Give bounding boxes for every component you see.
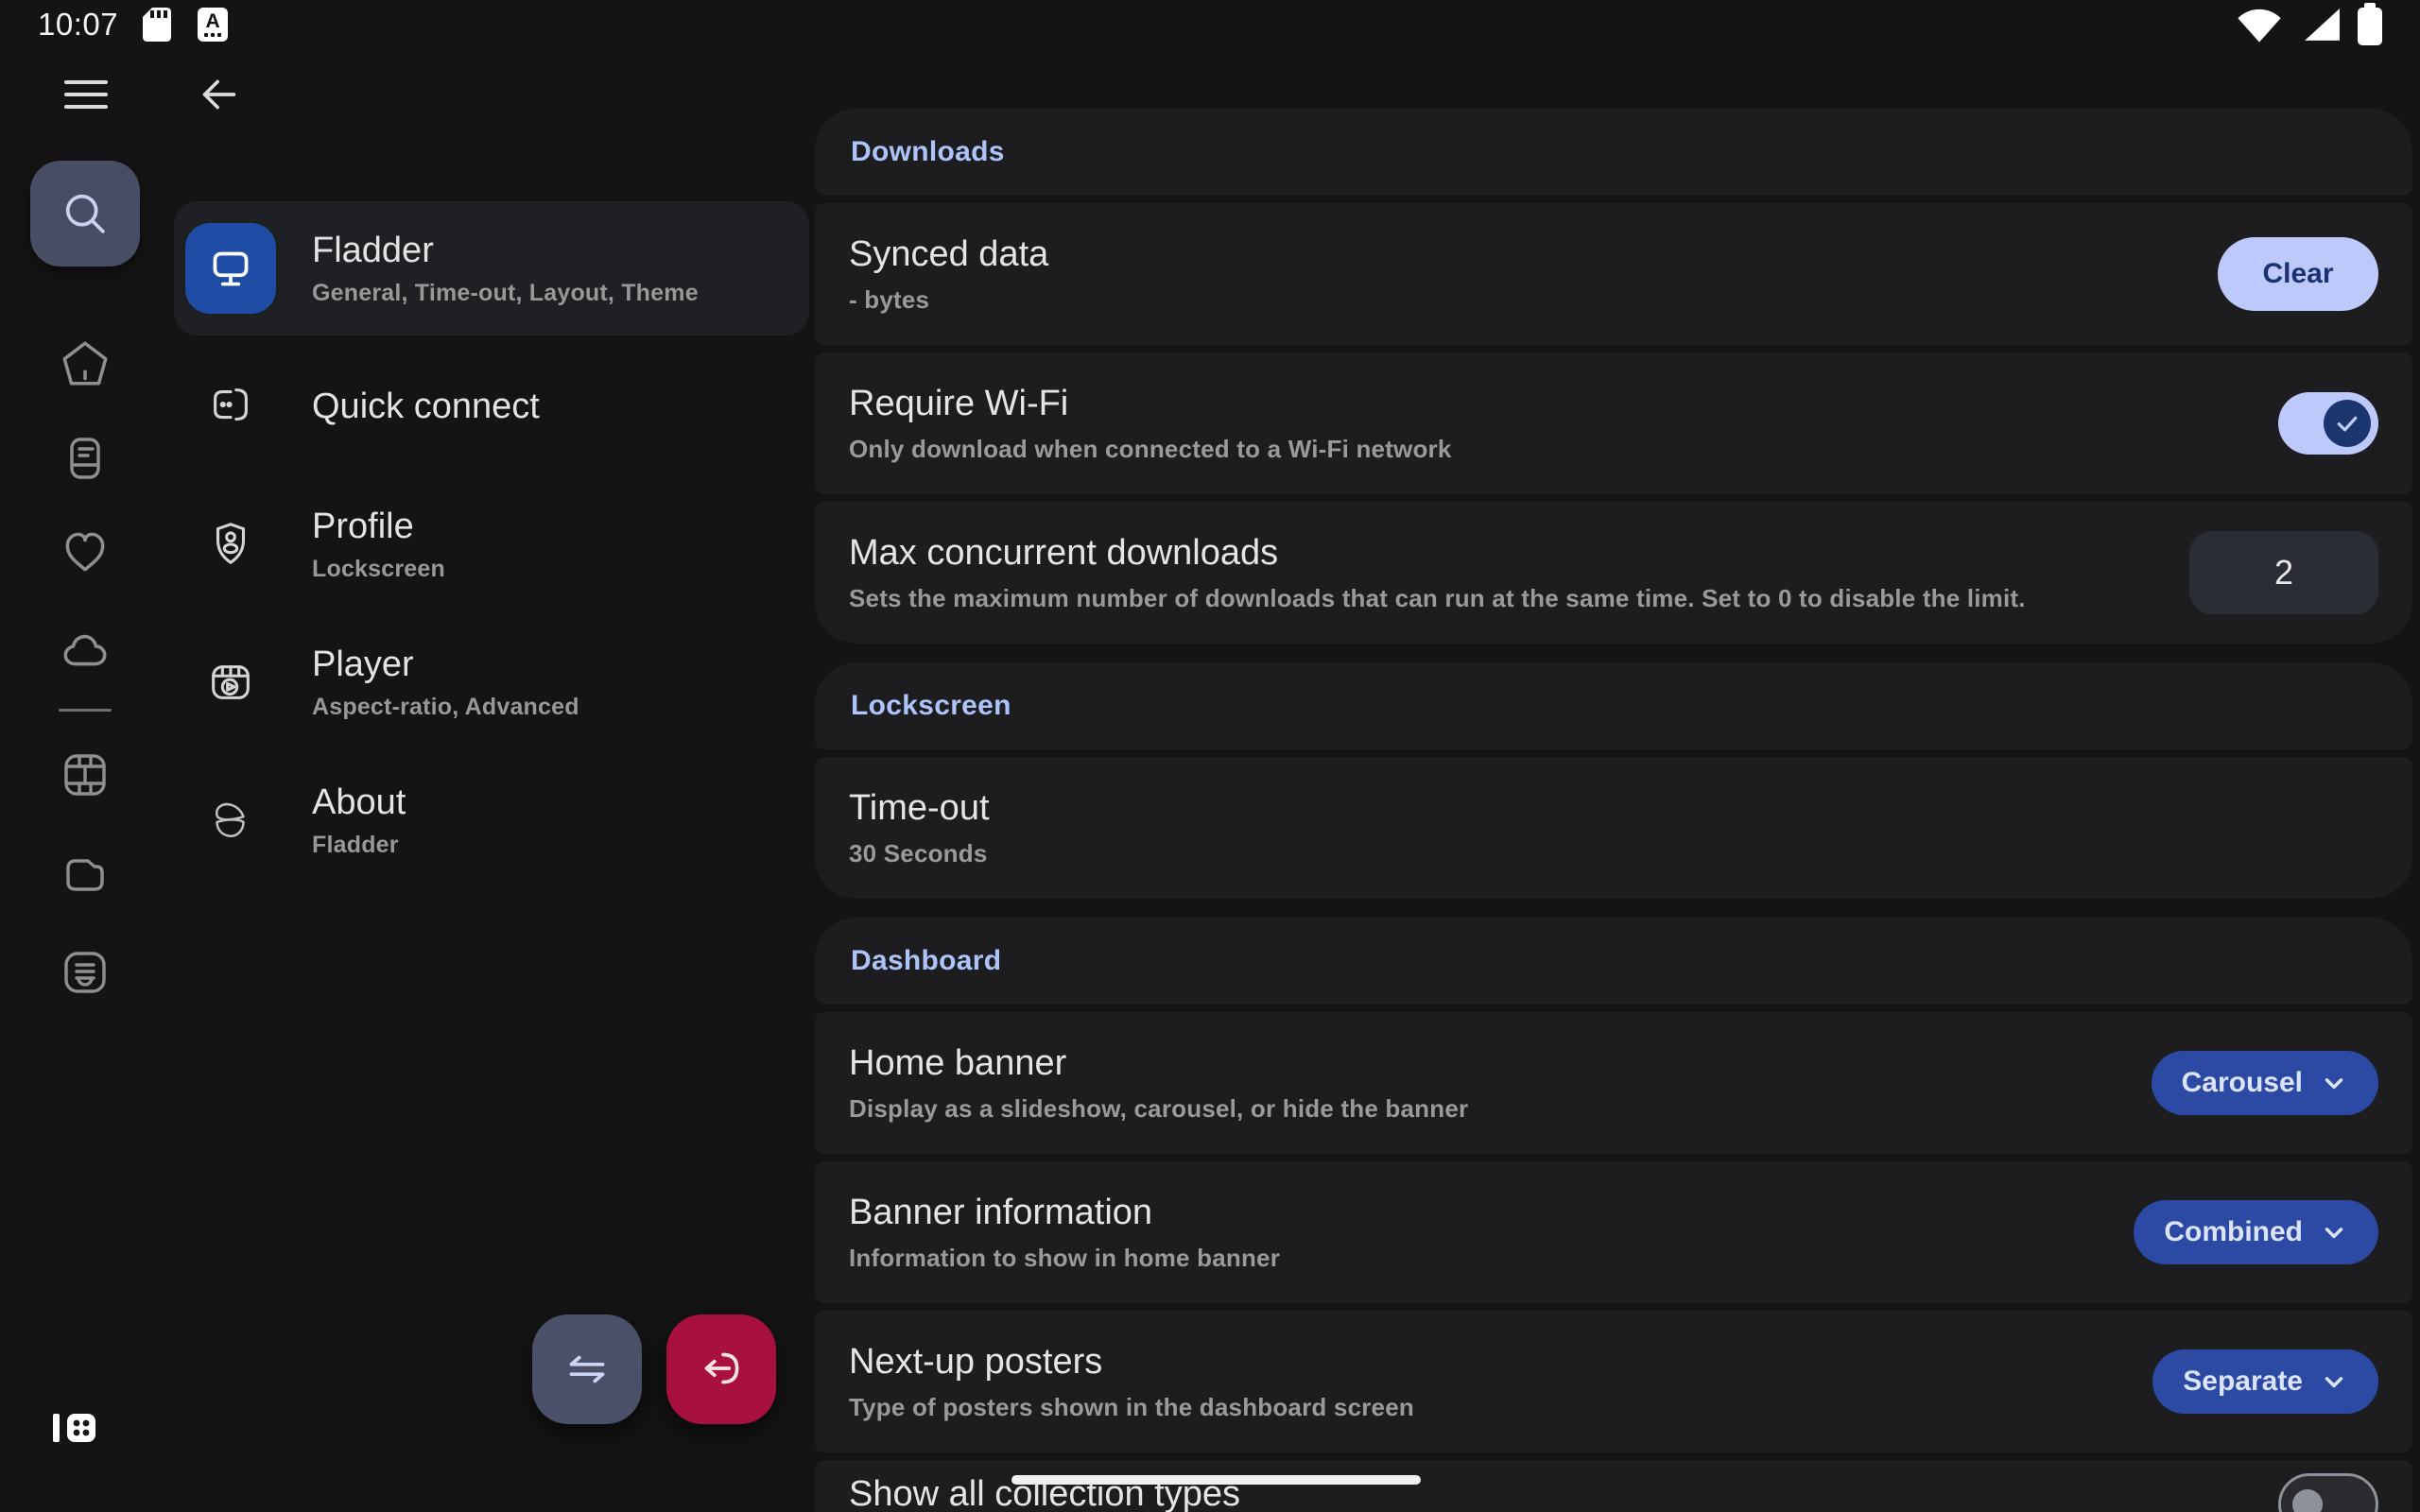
rail-item-queue[interactable] — [30, 919, 140, 1025]
nav-rail — [0, 49, 170, 1512]
rail-item-folders[interactable] — [30, 821, 140, 927]
logout-fab[interactable] — [666, 1314, 776, 1424]
rail-item-video[interactable] — [30, 722, 140, 828]
grid-badge-icon — [65, 1412, 97, 1444]
fladder-app-icon — [185, 223, 276, 314]
rail-item-home[interactable] — [30, 311, 140, 417]
cloud-icon — [58, 621, 112, 676]
menu-item-title: About — [312, 782, 406, 823]
section-header: Dashboard — [815, 918, 2412, 1005]
row-require-wifi[interactable]: Require Wi-Fi Only download when connect… — [815, 352, 2412, 494]
swap-arrows-icon — [560, 1342, 614, 1397]
section-downloads: Downloads Synced data - bytes Clear Requ… — [815, 109, 2412, 644]
fladder-settings-screen: 10:07 A — [0, 0, 2420, 1512]
chevron-down-icon — [2320, 1069, 2348, 1097]
home-banner-dropdown[interactable]: Carousel — [2152, 1051, 2378, 1115]
max-downloads-value[interactable]: 2 — [2189, 531, 2378, 614]
rail-item-search[interactable] — [30, 161, 140, 266]
rail-divider — [59, 709, 112, 712]
queue-icon — [59, 946, 112, 999]
section-header: Lockscreen — [815, 662, 2412, 749]
banner-information-dropdown[interactable]: Combined — [2134, 1200, 2378, 1264]
row-max-concurrent-downloads[interactable]: Max concurrent downloads Sets the maximu… — [815, 502, 2412, 644]
menu-item-title: Profile — [312, 506, 445, 547]
menu-item-title: Player — [312, 644, 579, 685]
menu-item-quick-connect[interactable]: Quick connect — [174, 339, 809, 473]
row-synced-data[interactable]: Synced data - bytes Clear — [815, 203, 2412, 345]
menu-item-subtitle: General, Time-out, Layout, Theme — [312, 280, 699, 307]
menu-item-player[interactable]: Player Aspect-ratio, Advanced — [174, 615, 809, 749]
menu-item-title: Fladder — [312, 230, 699, 271]
settings-menu-panel: Fladder General, Time-out, Layout, Theme… — [170, 49, 815, 1512]
monitor-icon — [203, 241, 258, 296]
check-icon — [2333, 409, 2361, 438]
next-up-posters-dropdown[interactable]: Separate — [2152, 1349, 2378, 1414]
battery-icon — [2358, 8, 2382, 45]
cellular-signal-icon — [2299, 5, 2342, 44]
row-show-all-collection-types[interactable]: Show all collection types — [815, 1460, 2412, 1512]
auto-notification-icon: A — [198, 8, 228, 42]
logout-icon — [694, 1342, 749, 1397]
scroll-indicator[interactable] — [1011, 1475, 1421, 1485]
row-timeout[interactable]: Time-out 30 Seconds — [815, 757, 2412, 899]
show-all-collections-toggle[interactable] — [2278, 1473, 2378, 1512]
profile-shield-icon — [185, 499, 276, 590]
rail-item-library[interactable] — [30, 405, 140, 511]
clock: 10:07 — [38, 7, 118, 43]
rail-item-sync[interactable] — [30, 595, 140, 701]
row-next-up-posters[interactable]: Next-up posters Type of posters shown in… — [815, 1311, 2412, 1452]
back-button[interactable] — [193, 68, 246, 121]
menu-item-subtitle: Lockscreen — [312, 556, 445, 583]
menu-item-title: Quick connect — [312, 386, 540, 427]
arrow-back-icon — [194, 69, 245, 120]
folder-icon — [59, 848, 112, 901]
require-wifi-toggle[interactable] — [2278, 392, 2378, 455]
debug-overlay-badge — [53, 1412, 97, 1444]
menu-item-profile[interactable]: Profile Lockscreen — [174, 477, 809, 611]
menu-hamburger-button[interactable] — [59, 74, 113, 115]
switch-server-fab[interactable] — [532, 1314, 642, 1424]
chevron-down-icon — [2320, 1367, 2348, 1396]
settings-content: Downloads Synced data - bytes Clear Requ… — [815, 109, 2412, 1512]
section-lockscreen: Lockscreen Time-out 30 Seconds — [815, 662, 2412, 899]
menu-item-subtitle: Aspect-ratio, Advanced — [312, 694, 579, 721]
status-bar: 10:07 A — [0, 0, 2420, 49]
menu-item-about[interactable]: About Fladder — [174, 753, 809, 887]
library-book-icon — [59, 432, 112, 485]
sd-card-icon — [141, 6, 173, 43]
home-icon — [58, 336, 112, 391]
player-icon — [185, 637, 276, 728]
clear-button[interactable]: Clear — [2218, 237, 2378, 311]
menu-item-subtitle: Fladder — [312, 832, 406, 859]
menu-item-fladder[interactable]: Fladder General, Time-out, Layout, Theme — [174, 201, 809, 335]
section-dashboard: Dashboard Home banner Display as a slide… — [815, 918, 2412, 1512]
fladder-logo-icon — [185, 775, 276, 866]
heart-icon — [58, 524, 112, 579]
search-icon — [56, 184, 114, 243]
settings-menu-list: Fladder General, Time-out, Layout, Theme… — [174, 201, 809, 887]
film-icon — [59, 748, 112, 801]
section-header: Downloads — [815, 109, 2412, 196]
chevron-down-icon — [2320, 1218, 2348, 1246]
row-banner-information[interactable]: Banner information Information to show i… — [815, 1161, 2412, 1303]
quick-connect-icon — [185, 361, 276, 452]
row-home-banner[interactable]: Home banner Display as a slideshow, caro… — [815, 1012, 2412, 1154]
rail-item-favorites[interactable] — [30, 499, 140, 605]
wifi-icon — [2235, 5, 2284, 44]
